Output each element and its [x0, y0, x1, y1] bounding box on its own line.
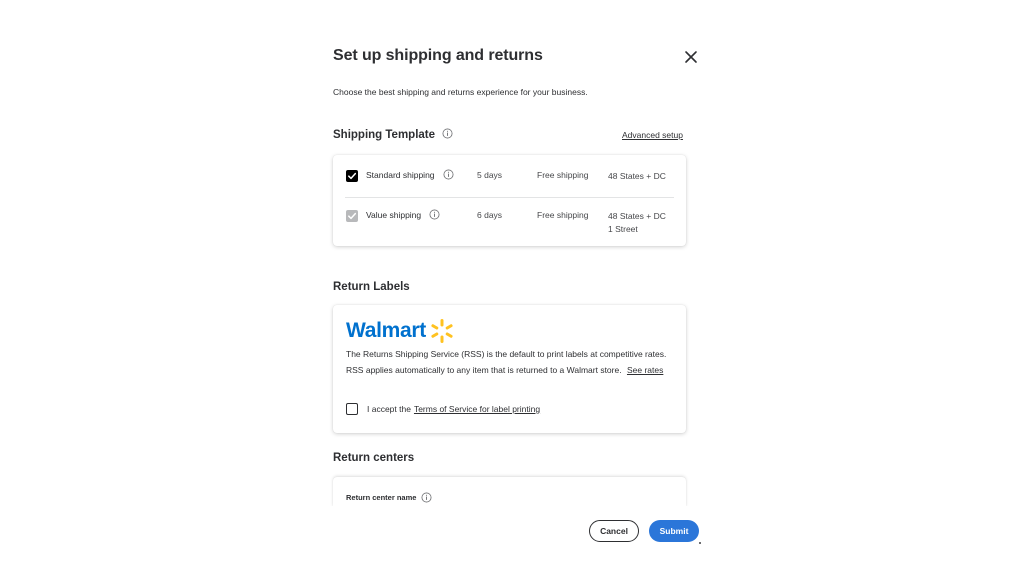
checkmark-icon: [348, 212, 357, 220]
value-shipping-checkbox[interactable]: [346, 210, 358, 222]
return-center-name-label: Return center name: [346, 492, 432, 503]
resize-handle: [699, 542, 701, 544]
shipping-method-name: Standard shipping: [366, 170, 435, 180]
walmart-logo: Walmart: [346, 317, 455, 345]
return-labels-card: Walmart The Returns Shipping Service (RS…: [333, 305, 686, 433]
info-icon[interactable]: [429, 209, 440, 220]
standard-shipping-checkbox[interactable]: [346, 170, 358, 182]
shipping-area-line1: 48 States + DC: [608, 211, 666, 221]
shipping-method-name: Value shipping: [366, 210, 422, 220]
return-labels-heading: Return Labels: [333, 281, 410, 293]
shipping-area: 48 States + DC 1 Street: [608, 210, 666, 236]
return-center-name-text: Return center name: [346, 493, 417, 502]
rss-description: The Returns Shipping Service (RSS) is th…: [346, 346, 676, 378]
info-icon[interactable]: [421, 492, 432, 503]
shipping-days: 5 days: [477, 170, 503, 180]
shipping-cost: Free shipping: [537, 210, 589, 220]
shipping-cost: Free shipping: [537, 170, 589, 180]
modal-subtitle: Choose the best shipping and returns exp…: [333, 87, 588, 97]
shipping-template-heading-text: Shipping Template: [333, 129, 436, 141]
accept-terms-prefix: I accept the: [367, 404, 411, 414]
return-centers-heading: Return centers: [333, 452, 415, 464]
cancel-button[interactable]: Cancel: [589, 520, 639, 542]
close-icon[interactable]: [681, 47, 701, 67]
walmart-wordmark: Walmart: [346, 319, 426, 342]
shipping-days: 6 days: [477, 210, 503, 220]
see-rates-link[interactable]: See rates: [627, 365, 663, 375]
shipping-area-line2: 1 Street: [608, 224, 638, 234]
shipping-area: 48 States + DC: [608, 170, 666, 183]
submit-button[interactable]: Submit: [649, 520, 699, 542]
row-divider: [345, 197, 674, 198]
walmart-spark-icon: [431, 319, 453, 343]
info-icon[interactable]: [442, 128, 453, 139]
return-centers-card: Return center name: [333, 477, 686, 507]
close-button[interactable]: [681, 47, 701, 67]
footer-area: [320, 506, 700, 583]
accept-terms-row: I accept the Terms of Service for label …: [346, 403, 540, 415]
shipping-template-heading: Shipping Template: [333, 128, 453, 141]
shipping-area-line1: 48 States + DC: [608, 171, 666, 181]
info-icon[interactable]: [443, 169, 454, 180]
terms-of-service-link[interactable]: Terms of Service for label printing: [414, 404, 540, 414]
shipping-row-standard: Standard shipping 5 days Free shipping 4…: [333, 168, 686, 195]
rss-description-text: The Returns Shipping Service (RSS) is th…: [346, 349, 667, 375]
accept-terms-checkbox[interactable]: [346, 403, 358, 415]
advanced-setup-link[interactable]: Advanced setup: [622, 130, 683, 140]
shipping-template-card: Standard shipping 5 days Free shipping 4…: [333, 155, 686, 246]
shipping-row-value: Value shipping 6 days Free shipping 48 S…: [333, 208, 686, 242]
shipping-returns-modal: Set up shipping and returns Choose the b…: [0, 0, 1024, 583]
checkmark-icon: [348, 172, 357, 180]
modal-title: Set up shipping and returns: [333, 47, 543, 64]
